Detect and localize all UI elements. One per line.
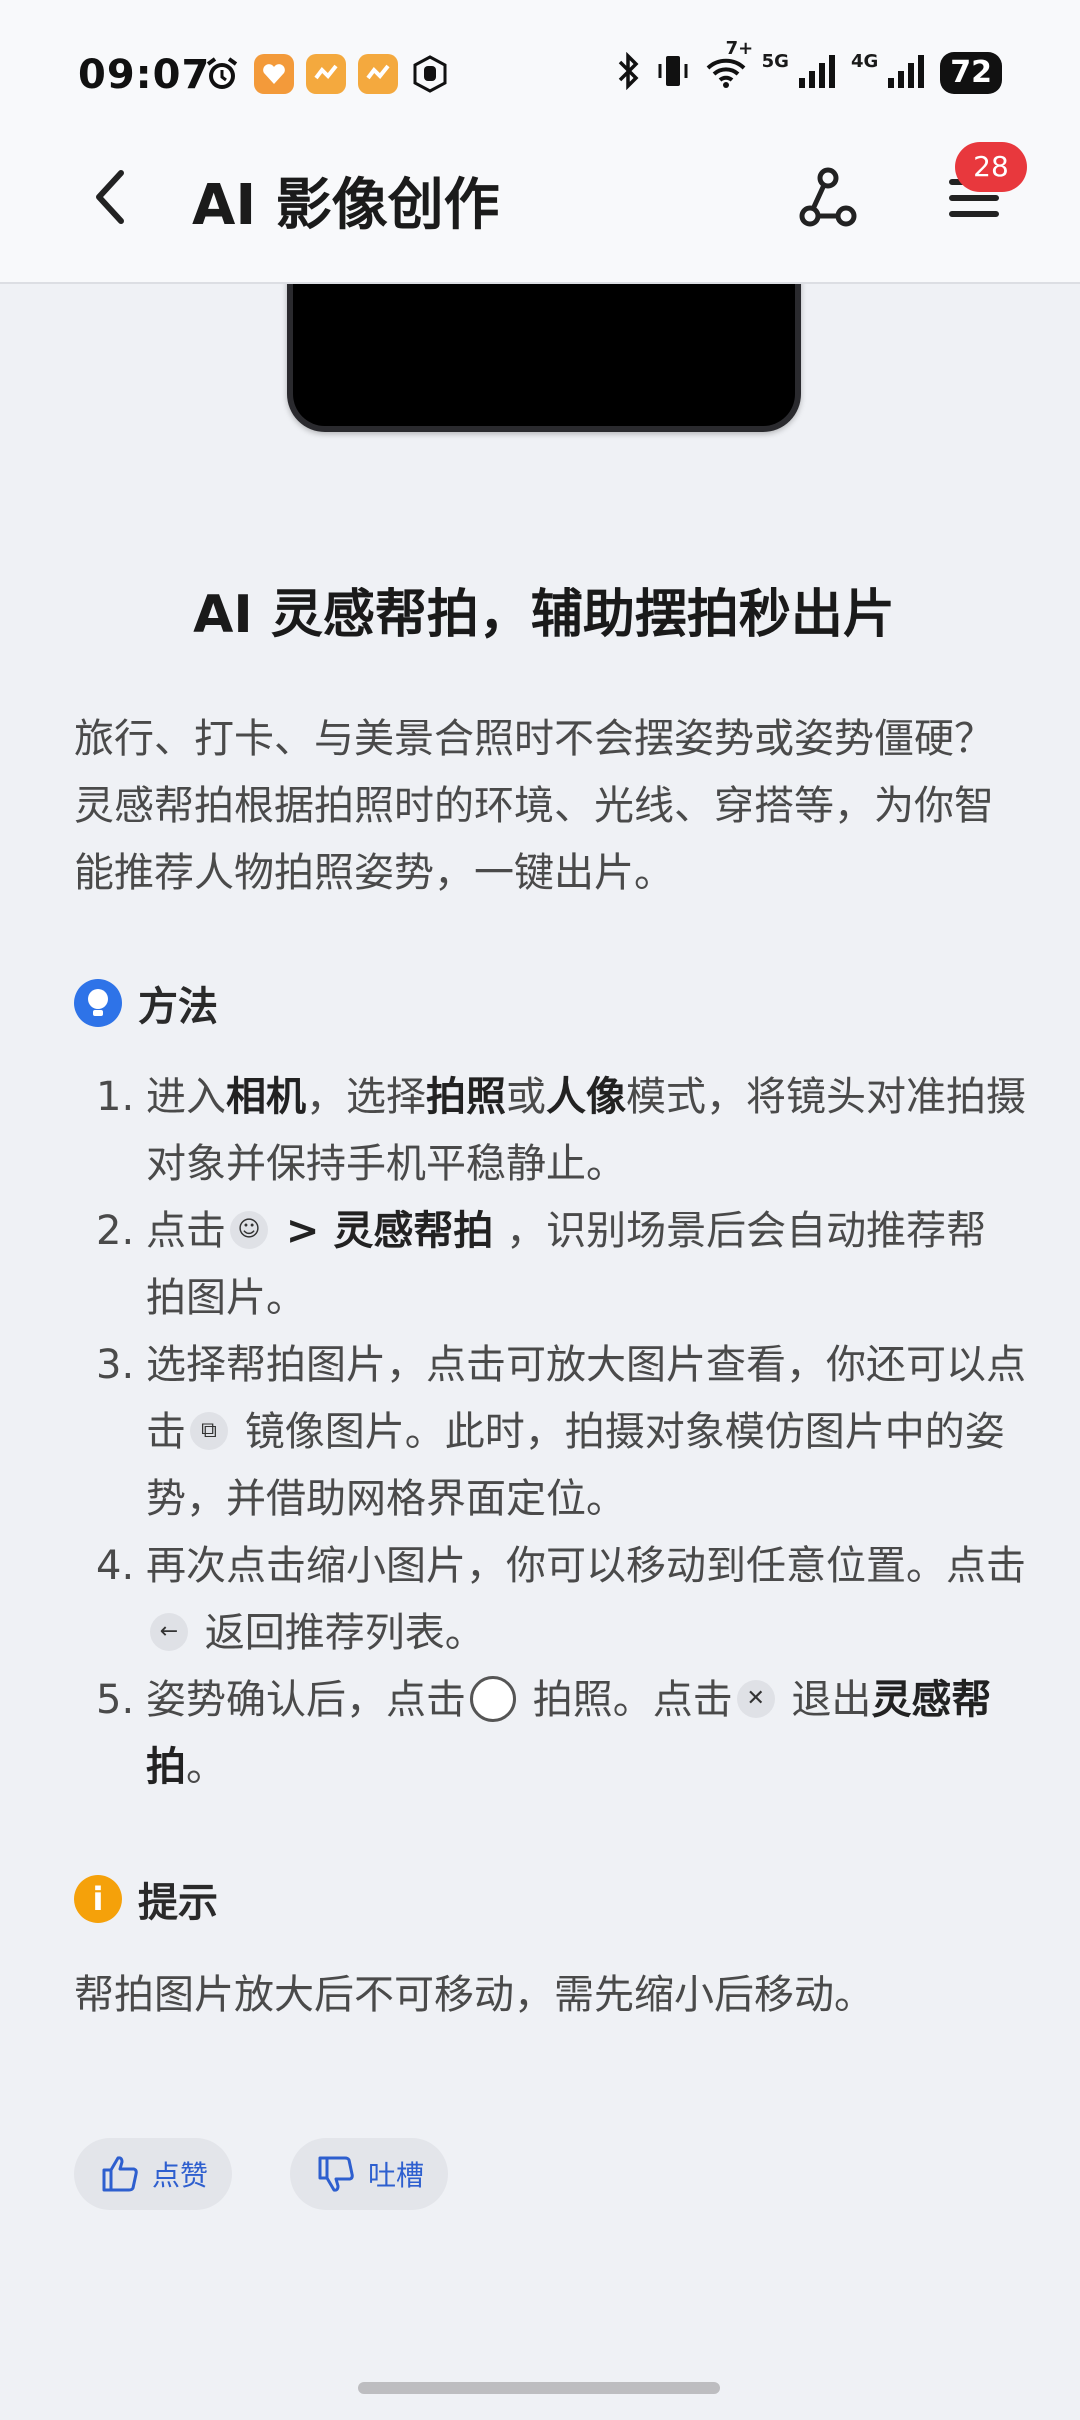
tip-heading-text: 提示 <box>138 1880 218 1926</box>
hand-icon <box>410 54 450 94</box>
method-heading: 方法 <box>74 974 1014 1032</box>
thumbs-up-icon <box>102 2156 138 2192</box>
thumbs-down-icon <box>318 2156 354 2192</box>
close-icon: ✕ <box>736 1680 775 1718</box>
alarm-icon <box>202 54 242 94</box>
like-button[interactable]: 点赞 <box>74 2138 233 2210</box>
status-bar: 09:07 7+ 5G 4G 72 <box>0 0 1080 150</box>
article-intro: 旅行、打卡、与美景合照时不会摆姿势或姿势僵硬？灵感帮拍根据拍照时的环境、光线、穿… <box>74 716 994 896</box>
health-app-icon-3 <box>358 54 398 94</box>
step-5: 5. 姿势确认后，点击 拍照。点击 ✕ 退出灵感帮拍。 <box>96 1676 992 1790</box>
lightbulb-icon <box>74 979 122 1027</box>
dislike-button[interactable]: 吐槽 <box>290 2138 449 2210</box>
system-icons: 7+ 5G 4G 72 <box>616 38 1002 94</box>
shutter-icon <box>470 1676 516 1722</box>
mirror-icon: ⧉ <box>190 1412 228 1450</box>
back-icon <box>96 170 124 224</box>
step-3: 3. 选择帮拍图片，点击可放大图片查看，你还可以点击 ⧉ 镜像图片。此时，拍摄对象… <box>96 1342 1026 1522</box>
bluetooth-icon <box>616 51 642 94</box>
step-1: 1. 进入相机，选择拍照或人像模式，将镜头对准拍摄对象并保持手机平稳静止。 <box>96 1074 1026 1187</box>
tip-heading: i 提示 <box>74 1870 1014 1928</box>
back-button[interactable] <box>74 162 144 232</box>
wifi-icon: 7+ <box>704 38 753 94</box>
notification-badge: 28 <box>955 142 1027 192</box>
status-time: 09:07 <box>78 52 211 98</box>
step-4: 4. 再次点击缩小图片，你可以移动到任意位置。点击← 返回推荐列表。 <box>96 1543 1026 1656</box>
signal-icon-2 <box>886 54 926 92</box>
net-label-5g: 5G <box>761 50 789 72</box>
notification-icons <box>202 54 450 94</box>
return-icon: ← <box>150 1613 188 1651</box>
dislike-label: 吐槽 <box>368 2159 425 2192</box>
like-label: 点赞 <box>152 2159 209 2192</box>
health-app-icon <box>254 54 294 94</box>
health-app-icon-2 <box>306 54 346 94</box>
article-title: AI 灵感帮拍，辅助摆拍秒出片 <box>193 585 895 645</box>
battery-indicator: 72 <box>940 52 1002 94</box>
method-heading-text: 方法 <box>138 984 218 1030</box>
pose-assist-icon: ☺ <box>230 1211 268 1249</box>
net-label-4g: 4G <box>850 50 879 72</box>
steps-list: 1. 进入相机，选择拍照或人像模式，将镜头对准拍摄对象并保持手机平稳静止。 2.… <box>96 1064 1026 1801</box>
step-2: 2. 点击 ☺ > 灵感帮拍 ，识别场景后会自动推荐帮拍图片。 <box>96 1208 987 1321</box>
home-indicator[interactable] <box>358 2382 720 2394</box>
info-icon: i <box>74 1875 122 1923</box>
share-icon <box>799 167 857 227</box>
vibrate-icon <box>656 52 690 94</box>
share-button[interactable] <box>790 160 866 236</box>
signal-icon <box>797 54 837 92</box>
tip-text: 帮拍图片放大后不可移动，需先缩小后移动。 <box>74 1972 874 2018</box>
page-title: AI 影像创作 <box>192 173 500 238</box>
